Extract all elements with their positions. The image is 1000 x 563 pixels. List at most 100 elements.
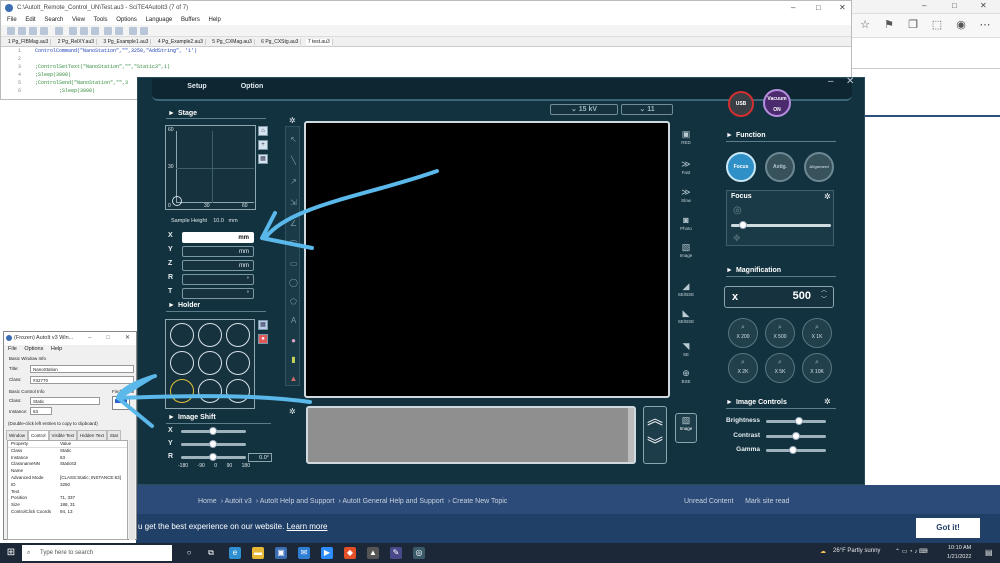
extensions-icon[interactable]: ⬚ xyxy=(930,18,944,32)
breadcrumb-new-topic[interactable]: Create New Topic xyxy=(452,498,507,505)
table-row[interactable]: ControlClick Coords 94, 13 xyxy=(8,509,127,516)
profile-icon[interactable]: ◉ xyxy=(954,18,968,32)
unread-content-link[interactable]: Unread Content xyxy=(684,498,733,505)
table-row[interactable]: Name xyxy=(8,468,127,475)
gear-icon[interactable]: ✲ xyxy=(289,116,296,125)
setup-button[interactable]: Setup xyxy=(172,83,222,90)
code-line[interactable]: ControlCommand("NanoStation","",3250,"Ad… xyxy=(35,48,197,54)
star-icon[interactable]: ☆ xyxy=(858,18,872,32)
breadcrumb-help[interactable]: AutoIt Help and Support xyxy=(260,498,335,505)
breadcrumb-home[interactable]: Home xyxy=(198,498,217,505)
print-icon[interactable] xyxy=(55,27,63,35)
option-button[interactable]: Option xyxy=(227,83,277,90)
menu-view[interactable]: View xyxy=(72,17,85,23)
tab-hidden-text[interactable]: Hidden Text xyxy=(77,430,107,440)
scite-taskbar-icon[interactable]: ✎ xyxy=(390,547,402,559)
se-bse-button-1[interactable]: ◢ SE/BSE xyxy=(675,280,697,304)
minimize-icon[interactable]: – xyxy=(791,1,795,15)
tab-file-1[interactable]: 1 Pg_FIBMag.au3 xyxy=(6,39,52,45)
collections-icon[interactable]: ❐ xyxy=(906,18,920,32)
stage-map[interactable]: 60 30 0 30 60 xyxy=(165,125,256,210)
windows-start-icon[interactable]: ⊞ xyxy=(5,547,17,559)
task-view-icon[interactable]: ○ xyxy=(183,547,195,559)
notifications-icon[interactable]: ▤ xyxy=(985,548,993,557)
tab-visible-text[interactable]: Visible Text xyxy=(48,430,78,440)
mail-icon[interactable]: ✉ xyxy=(298,547,310,559)
app-close-icon[interactable]: ✕ xyxy=(846,76,854,87)
tab-file-5[interactable]: 5 Pg_CXMag.au3 xyxy=(210,39,255,45)
axis-y-field[interactable]: mm xyxy=(182,246,254,257)
cut-icon[interactable] xyxy=(69,27,77,35)
shift-y-knob[interactable] xyxy=(209,440,217,448)
holder-well[interactable] xyxy=(198,323,222,347)
line-icon[interactable]: ╲ xyxy=(289,156,298,165)
shift-r-value[interactable]: 0.0° xyxy=(248,453,272,462)
table-row[interactable]: ID 3250 xyxy=(8,482,127,489)
zoom-app-icon[interactable]: ▶ xyxy=(321,547,333,559)
fast-scan-button[interactable]: ≫ Fast xyxy=(675,158,697,182)
menu-buffers[interactable]: Buffers xyxy=(181,17,200,23)
got-it-button[interactable]: Got it! xyxy=(916,518,980,538)
pointer-icon[interactable]: ↖ xyxy=(289,135,298,144)
red-mode-button[interactable]: ▣ RED xyxy=(675,128,697,152)
close-file-icon[interactable] xyxy=(40,27,48,35)
gear-icon[interactable]: ✲ xyxy=(824,397,831,406)
holder-well[interactable] xyxy=(226,379,250,403)
axis-t-field[interactable]: ° xyxy=(182,288,254,299)
tab-file-7[interactable]: 7 test.au3 xyxy=(305,39,333,45)
holder-map[interactable] xyxy=(165,319,255,409)
weather-text[interactable]: 26°F Partly sunny xyxy=(833,548,880,554)
menu-file[interactable]: File xyxy=(8,346,17,352)
message-log-scrollbar[interactable] xyxy=(628,408,634,462)
gear-icon[interactable]: ✲ xyxy=(824,192,831,201)
table-row[interactable]: Size 188, 31 xyxy=(8,502,127,509)
code-line[interactable]: ;ControlSetText("NanoStation","","Static… xyxy=(35,64,170,70)
mag-preset-500[interactable]: ⌕ X 500 xyxy=(765,318,795,348)
vacuum-button[interactable]: Vacuum ON xyxy=(763,89,791,117)
clock-date[interactable]: 1/21/2022 xyxy=(947,554,971,560)
photo-button[interactable]: ◙ Photo xyxy=(675,214,697,238)
se-bse-button-2[interactable]: ◣ SE/BSE xyxy=(675,307,697,331)
stage-plus-icon[interactable]: + xyxy=(258,140,268,150)
palette-icon[interactable]: ● xyxy=(289,336,298,345)
focus-function-button[interactable]: Focus xyxy=(726,152,756,182)
close-icon[interactable]: ✕ xyxy=(980,1,987,10)
holder-well[interactable] xyxy=(170,351,194,375)
mag-preset-200[interactable]: ⌕ X 200 xyxy=(728,318,758,348)
paste-icon[interactable] xyxy=(91,27,99,35)
menu-help[interactable]: Help xyxy=(209,17,221,23)
autoit-taskbar-icon[interactable]: ▲ xyxy=(367,547,379,559)
alignment-function-button[interactable]: Alignment xyxy=(804,152,834,182)
learn-more-link[interactable]: Learn more xyxy=(287,522,328,531)
holder-grid-icon[interactable]: ▦ xyxy=(258,320,268,330)
tab-window[interactable]: Window xyxy=(6,430,29,440)
focus-knob[interactable] xyxy=(739,221,747,229)
edge-icon[interactable]: e xyxy=(229,547,241,559)
minimize-icon[interactable]: – xyxy=(922,1,926,10)
shift-r-knob[interactable] xyxy=(209,453,217,461)
tab-statusbar[interactable]: Stat xyxy=(106,430,121,440)
app-icon[interactable]: ◆ xyxy=(344,547,356,559)
find-icon[interactable] xyxy=(129,27,137,35)
clock-time[interactable]: 10:10 AM xyxy=(948,545,971,551)
app-minimize-icon[interactable]: – xyxy=(828,76,834,87)
undo-icon[interactable] xyxy=(104,27,112,35)
kv-display[interactable]: ⌄ 15 kV xyxy=(550,104,618,115)
store-icon[interactable]: ▣ xyxy=(275,547,287,559)
table-row[interactable]: ClassnameNN Static63 xyxy=(8,461,127,468)
stage-axis-t[interactable]: T ° xyxy=(168,288,254,300)
holder-stop-icon[interactable]: ● xyxy=(258,334,268,344)
close-icon[interactable]: ✕ xyxy=(125,332,130,345)
more-icon[interactable]: ⋯ xyxy=(978,18,992,32)
axis-x-field[interactable]: mm xyxy=(182,232,254,243)
se-button[interactable]: ◥ SE xyxy=(675,340,697,364)
bookmark-icon[interactable]: ⚑ xyxy=(882,18,896,32)
spot-display[interactable]: ⌄ 11 xyxy=(621,104,673,115)
mag-preset-2k[interactable]: ⌕ X 2K xyxy=(728,353,758,383)
sem-image-view[interactable] xyxy=(304,121,670,398)
pentagon-icon[interactable]: ⬠ xyxy=(289,297,298,306)
menu-file[interactable]: File xyxy=(7,17,17,23)
taskbar-search[interactable]: ⌕ Type here to search xyxy=(22,545,172,561)
angle-icon[interactable]: ∠ xyxy=(289,219,298,228)
mag-spinner-icon[interactable]: ︿ ﹀ xyxy=(821,287,827,305)
